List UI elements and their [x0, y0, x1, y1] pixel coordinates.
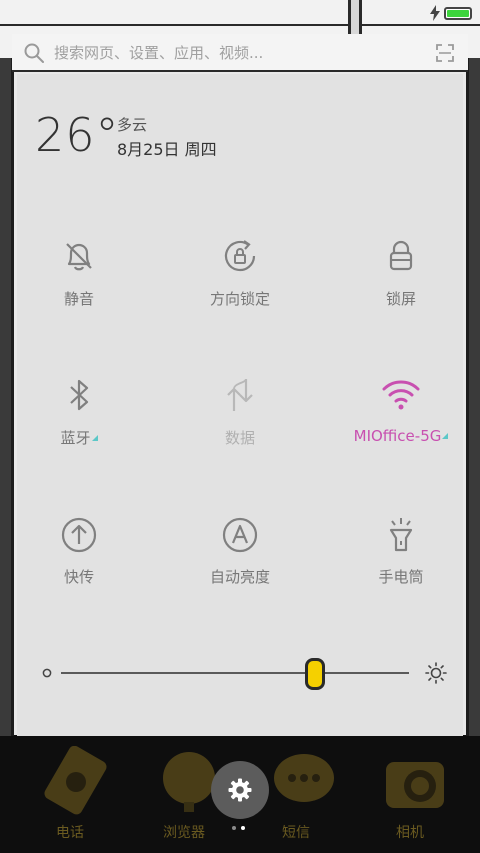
tile-mobile-data-label: 数据 [224, 429, 255, 447]
brightness-thumb[interactable] [305, 658, 326, 690]
dock-item-camera[interactable]: 相机 [350, 736, 470, 853]
tile-wifi-label: MIOffice-5G [353, 427, 442, 445]
search-icon [24, 43, 44, 63]
tile-bluetooth-label-row: 蓝牙 [9, 427, 149, 448]
tile-auto-brightness-label: 自动亮度 [209, 568, 270, 586]
battery-level [447, 10, 469, 17]
search-bar[interactable]: 搜索网页、设置、应用、视频... [12, 34, 468, 72]
tile-bluetooth-label: 蓝牙 [60, 429, 91, 447]
tile-auto-brightness[interactable]: 自动亮度 [170, 514, 310, 614]
tile-flashlight-label: 手电筒 [378, 568, 424, 586]
wifi-icon [382, 380, 420, 410]
dock-label-messages: 短信 [282, 825, 310, 841]
transfer-icon [61, 517, 97, 553]
dock-item-phone[interactable]: 电话 [10, 736, 130, 853]
tile-mute-label: 静音 [63, 290, 94, 308]
expand-corner-icon [442, 433, 449, 439]
brightness-track[interactable] [61, 672, 409, 674]
weather-condition: 多云 [117, 116, 148, 134]
tile-bluetooth[interactable]: 蓝牙 [9, 375, 149, 475]
mobile-data-icon [227, 378, 253, 411]
tile-transfer[interactable]: 快传 [9, 514, 149, 614]
gear-icon [228, 778, 252, 802]
lock-icon [389, 240, 413, 271]
brightness-slider[interactable] [37, 654, 447, 694]
tile-mobile-data[interactable]: 数据 [170, 375, 310, 475]
flashlight-icon [389, 518, 413, 552]
search-input[interactable]: 搜索网页、设置、应用、视频... [54, 42, 414, 64]
phone-icon [44, 746, 107, 815]
auto-brightness-icon [222, 517, 258, 553]
tile-transfer-label: 快传 [63, 568, 94, 586]
scan-icon[interactable] [436, 44, 454, 62]
brightness-low-icon [42, 668, 52, 678]
dock-label-camera: 相机 [396, 825, 424, 841]
dock-label-phone: 电话 [56, 825, 84, 841]
brightness-high-icon [425, 662, 447, 684]
tile-lock-screen-label: 锁屏 [385, 290, 416, 308]
bell-off-icon [66, 243, 92, 271]
weather-date: 8月25日 周四 [117, 140, 217, 159]
tile-mute[interactable]: 静音 [9, 236, 149, 336]
settings-button[interactable] [211, 761, 269, 819]
camera-icon [386, 762, 444, 808]
bluetooth-icon [70, 379, 89, 411]
tile-rotation-lock-label: 方向锁定 [209, 290, 270, 308]
weather-temperature: 26° [35, 108, 120, 162]
page-indicator [232, 826, 252, 832]
tile-wifi[interactable]: MIOffice-5G [331, 375, 471, 475]
messages-icon [274, 754, 334, 802]
rotation-lock-icon [224, 240, 256, 272]
status-bar [0, 0, 480, 26]
page-dot-active [241, 826, 245, 830]
tile-rotation-lock[interactable]: 方向锁定 [170, 236, 310, 336]
expand-corner-icon [91, 435, 98, 441]
page-dot [232, 826, 236, 830]
quick-settings-panel: 26° 多云 8月25日 周四 静音 方向锁定 锁屏 蓝牙 数据 MIOffic… [17, 74, 463, 736]
tile-wifi-label-row: MIOffice-5G [331, 427, 471, 445]
dock-label-browser: 浏览器 [163, 825, 205, 841]
tile-flashlight[interactable]: 手电筒 [331, 514, 471, 614]
charging-icon [430, 5, 440, 21]
tile-lock-screen[interactable]: 锁屏 [331, 236, 471, 336]
battery-icon [444, 7, 472, 20]
